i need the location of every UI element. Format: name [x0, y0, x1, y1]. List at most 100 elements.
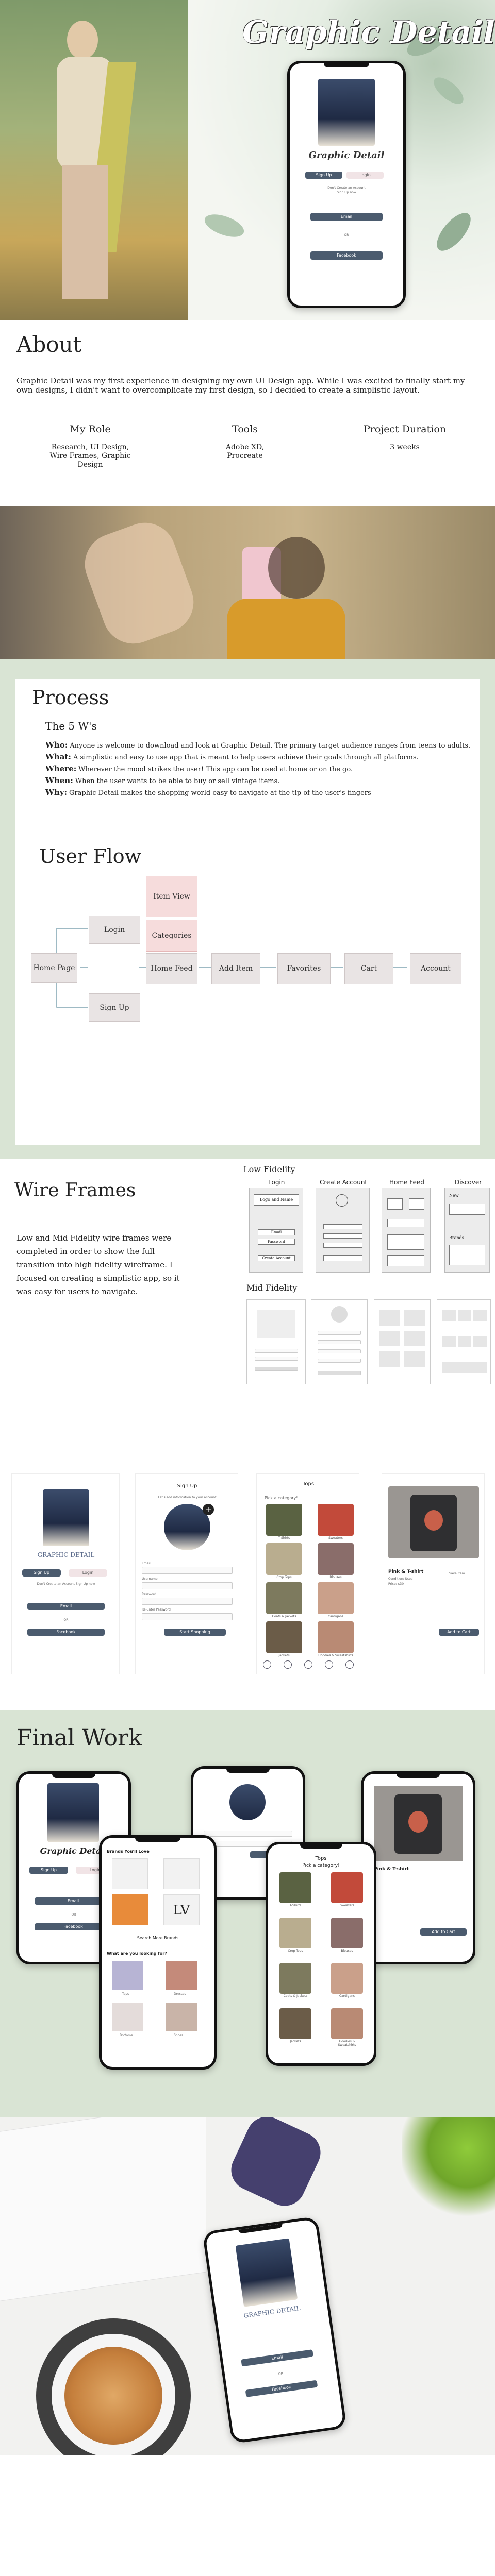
category-tile[interactable] [266, 1621, 302, 1653]
category-tile[interactable] [266, 1504, 302, 1536]
mockup-photo-section: GRAPHIC DETAIL Email OR Facebook [0, 2117, 495, 2455]
category-label: Jackets [278, 1654, 290, 1657]
mockup-facebook[interactable]: Facebook [245, 2380, 318, 2397]
hifi-signup-tab[interactable]: Sign Up [22, 1569, 61, 1577]
final-signup[interactable]: Sign Up [29, 1867, 68, 1874]
category-tile[interactable] [266, 1543, 302, 1575]
low-wf-create-account [316, 1188, 370, 1273]
final-add-cart[interactable]: Add to Cart [420, 1928, 467, 1936]
mockup-plant [402, 2117, 495, 2221]
email-button[interactable]: Email [310, 213, 383, 221]
about-col-role-text: Research, UI Design, Wire Frames, Graphi… [50, 443, 131, 469]
hifi-signup-email[interactable] [142, 1567, 233, 1574]
flow-item-view: Item View [146, 876, 197, 917]
category-tile[interactable] [318, 1504, 354, 1536]
final-item-title: Pink & T-shirt [374, 1867, 409, 1872]
category-tile[interactable] [318, 1621, 354, 1653]
category-tile[interactable] [331, 1872, 363, 1903]
about-col-tools-title: Tools [232, 423, 258, 435]
flow-home-page: Home Page [31, 953, 77, 983]
low-wf-discover: New Brands [444, 1188, 490, 1273]
category-tile[interactable] [266, 1582, 302, 1614]
hifi-signup-user-lbl: Username [142, 1577, 158, 1581]
category-label: Crop Tops [276, 1575, 292, 1579]
low-wf-new: New [449, 1193, 459, 1198]
category-label: Hoodies & Sweatshirts [318, 1654, 353, 1657]
category-tile[interactable] [279, 1963, 311, 1994]
category-tile[interactable] [318, 1543, 354, 1575]
hifi-signup-pass[interactable] [142, 1598, 233, 1605]
category-tile[interactable] [331, 1918, 363, 1948]
hero-phone-model-image [318, 79, 375, 146]
about-col-duration-text: 3 weeks [390, 443, 420, 451]
mid-wf-create-account [311, 1299, 368, 1384]
mockup-phone: GRAPHIC DETAIL Email OR Facebook [202, 2216, 347, 2444]
final-cat-tops: Tops [122, 1992, 129, 1996]
hifi-signup-repass[interactable] [142, 1613, 233, 1620]
wf-col-discover: Discover [455, 1179, 482, 1186]
mid-wf-home-feed [374, 1299, 431, 1384]
final-cat-bottoms: Bottoms [120, 2033, 133, 2037]
signup-tab[interactable]: Sign Up [305, 172, 342, 179]
wf-col-feed: Home Feed [389, 1179, 424, 1186]
low-wf-brands: Brands [449, 1235, 464, 1240]
final-cat-shoes: Shoes [174, 2033, 184, 2037]
hifi-item-like[interactable]: Save Item [449, 1572, 465, 1575]
flow-categories: Categories [146, 920, 197, 952]
category-label: Sweaters [328, 1536, 343, 1540]
search-nav-icon[interactable] [284, 1660, 292, 1669]
final-phone-tops: Tops Pick a category! T-Shirts Sweaters Cr… [266, 1842, 376, 2066]
category-tile[interactable] [279, 1918, 311, 1948]
hifi-signin-screen: GRAPHIC DETAIL Sign Up Login Don't Creat… [11, 1473, 120, 1674]
wireframes-heading: Wire Frames [14, 1180, 136, 1201]
category-label: Cardigans [339, 1994, 355, 1998]
category-label: Coats & Jackets [272, 1615, 296, 1618]
mid-fidelity-label: Mid Fidelity [246, 1283, 298, 1293]
hifi-email-btn[interactable]: Email [27, 1603, 105, 1610]
category-label: Coats & Jackets [283, 1994, 308, 1998]
facebook-button[interactable]: Facebook [310, 251, 383, 260]
hifi-facebook-btn[interactable]: Facebook [27, 1629, 105, 1636]
hifi-brand: GRAPHIC DETAIL [37, 1551, 95, 1558]
hifi-login-tab[interactable]: Login [69, 1569, 107, 1577]
login-tab[interactable]: Login [346, 172, 384, 179]
wf-col-login: Login [268, 1179, 285, 1186]
mid-wf-discover [437, 1299, 491, 1384]
hifi-signup-repass-lbl: Re-Enter Password [142, 1608, 171, 1612]
start-shopping-button[interactable]: Start Shopping [164, 1629, 226, 1636]
low-wf-logo: Logo and Name [254, 1194, 299, 1206]
user-nav-icon[interactable] [345, 1660, 354, 1669]
final-tops-sub: Pick a category! [302, 1863, 340, 1868]
category-tile[interactable] [318, 1582, 354, 1614]
hifi-signup-pass-lbl: Password [142, 1592, 157, 1596]
hifi-signup-title: Sign Up [177, 1483, 197, 1489]
flow-login: Login [89, 916, 140, 944]
hifi-item-screen: Pink & T-shirt Condition: Used Price: $3… [382, 1473, 485, 1674]
flow-favorites: Favorites [277, 953, 331, 984]
hifi-tops-sub: Pick a category! [265, 1496, 298, 1500]
final-looking: What are you looking for? [107, 1951, 167, 1956]
heart-nav-icon[interactable] [325, 1660, 333, 1669]
home-nav-icon[interactable] [263, 1660, 271, 1669]
final-phone-brands: Brands You'll Love LV Search More Brands… [99, 1835, 217, 2070]
hifi-item-title: Pink & T-shirt [388, 1569, 424, 1574]
category-label: Sweaters [340, 1904, 354, 1907]
category-tile[interactable] [331, 1963, 363, 1994]
category-tile[interactable] [331, 2008, 363, 2039]
hifi-tops-title: Tops [302, 1481, 315, 1487]
mid-wf-login [246, 1299, 306, 1384]
final-more-brands[interactable]: Search More Brands [102, 1936, 214, 1940]
wf-col-create: Create Account [320, 1179, 368, 1186]
add-nav-icon[interactable] [304, 1660, 312, 1669]
final-phone-item: Pink & T-shirt Add to Cart [361, 1771, 475, 1964]
final-cat-dresses: Dresses [174, 1992, 186, 1996]
add-to-cart-button[interactable]: Add to Cart [439, 1629, 479, 1636]
mockup-laptop [0, 2117, 206, 2303]
wireframes-body: Low and Mid Fidelity wire frames were co… [16, 1233, 180, 1296]
mockup-email[interactable]: Email [241, 2349, 314, 2367]
about-col-tools: Tools Adobe XD, Procreate [193, 423, 296, 461]
category-tile[interactable] [279, 2008, 311, 2039]
hifi-signup-user[interactable] [142, 1582, 233, 1589]
category-tile[interactable] [279, 1872, 311, 1903]
final-tops-title: Tops [315, 1856, 327, 1861]
